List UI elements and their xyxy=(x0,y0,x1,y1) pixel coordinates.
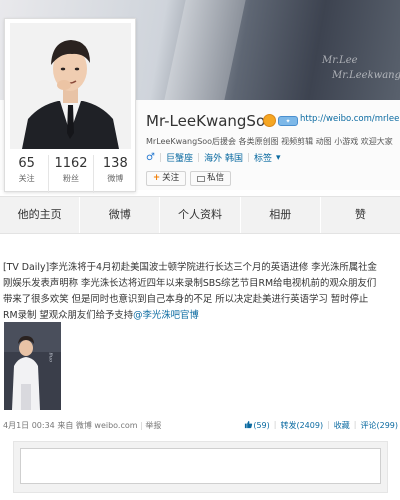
post-line: 带来了很多欢笑 但是同时也意识到自己本身的不足 所以决定赴美进行英语学习 暂时停… xyxy=(3,294,369,305)
followers-count[interactable]: 1162 粉丝 xyxy=(49,155,94,193)
post-source[interactable]: 微博 weibo.com xyxy=(76,421,138,430)
like-button[interactable]: (59) xyxy=(244,420,270,431)
cover-text: Mr.Leekwang xyxy=(332,70,400,81)
posts-count[interactable]: 138 微博 xyxy=(94,155,137,193)
profile-url[interactable]: http://weibo.com/mrlee xyxy=(300,114,399,124)
comment-button[interactable]: 评论(299) xyxy=(360,420,398,431)
mention-link[interactable]: @李光洙吧官博 xyxy=(133,310,199,321)
profile-description: MrLeeKwangSoo后援会 各类原创图 视频剪辑 动图 小游戏 欢迎大家 xyxy=(146,137,393,146)
chevron-down-icon[interactable]: ▾ xyxy=(276,153,281,163)
profile-card: 65 关注 1162 粉丝 138 微博 xyxy=(4,18,137,193)
profile-actions: + 关注 私信 xyxy=(146,171,232,186)
cover-text: Mr.Lee xyxy=(322,55,358,66)
tab-album[interactable]: 相册 xyxy=(241,197,321,233)
weibo-profile-page: Mr.Lee Mr.Leekwang 65 关注 1162 粉丝 138 微博 … xyxy=(0,0,400,500)
following-count[interactable]: 65 关注 xyxy=(5,155,50,193)
zodiac-link[interactable]: 巨蟹座 xyxy=(166,151,193,164)
tab-likes[interactable]: 赞 xyxy=(321,197,400,233)
tab-profile-info[interactable]: 个人资料 xyxy=(160,197,241,233)
post-footer: 4月1日 00:34 来自 微博 weibo.com | 举报 (59) | 转… xyxy=(3,420,398,431)
comment-area xyxy=(13,441,388,493)
profile-meta-row: ♂ | 巨蟹座 | 海外 韩国 | 标签 ▾ xyxy=(146,151,281,164)
comment-input[interactable] xyxy=(20,448,381,484)
verified-badge-icon xyxy=(263,114,276,127)
favorite-button[interactable]: 收藏 xyxy=(334,420,350,431)
plus-icon: + xyxy=(153,173,161,183)
post-line: 刚娱乐发表声明称 李光洙长达将近四年以来录制SBS综艺节目RM给电视机前的观众朋… xyxy=(3,278,377,289)
report-link[interactable]: 举报 xyxy=(145,421,161,430)
profile-name: Mr-LeeKwangSoo xyxy=(146,112,275,130)
message-button[interactable]: 私信 xyxy=(190,171,232,186)
avatar[interactable] xyxy=(10,23,131,149)
tab-weibo[interactable]: 微博 xyxy=(80,197,161,233)
mail-icon xyxy=(197,175,206,182)
repost-button[interactable]: 转发(2409) xyxy=(280,420,323,431)
gender-male-icon: ♂ xyxy=(146,152,155,163)
post-time[interactable]: 4月1日 00:34 xyxy=(3,421,55,430)
tab-home[interactable]: 他的主页 xyxy=(0,197,81,233)
profile-stats: 65 关注 1162 粉丝 138 微博 xyxy=(5,155,137,193)
post-line: RM录制 望观众朋友们给予支持@李光洙吧官博 xyxy=(3,310,199,321)
tags-link[interactable]: 标签 xyxy=(254,151,272,164)
post-image[interactable]: ong xyxy=(4,322,61,410)
region-link[interactable]: 海外 韩国 xyxy=(204,151,243,164)
svg-text:ong: ong xyxy=(48,353,54,362)
vip-icon[interactable]: ✦ xyxy=(278,116,298,126)
profile-tabs: 他的主页 微博 个人资料 相册 赞 xyxy=(0,196,400,234)
post-content: [TV Daily]李光洙将于4月初赴美国波士顿学院进行长达三个月的英语进修 李… xyxy=(3,260,399,324)
post-line: [TV Daily]李光洙将于4月初赴美国波士顿学院进行长达三个月的英语进修 李… xyxy=(3,262,377,273)
follow-button[interactable]: + 关注 xyxy=(146,171,187,186)
thumbs-up-icon xyxy=(245,420,253,429)
